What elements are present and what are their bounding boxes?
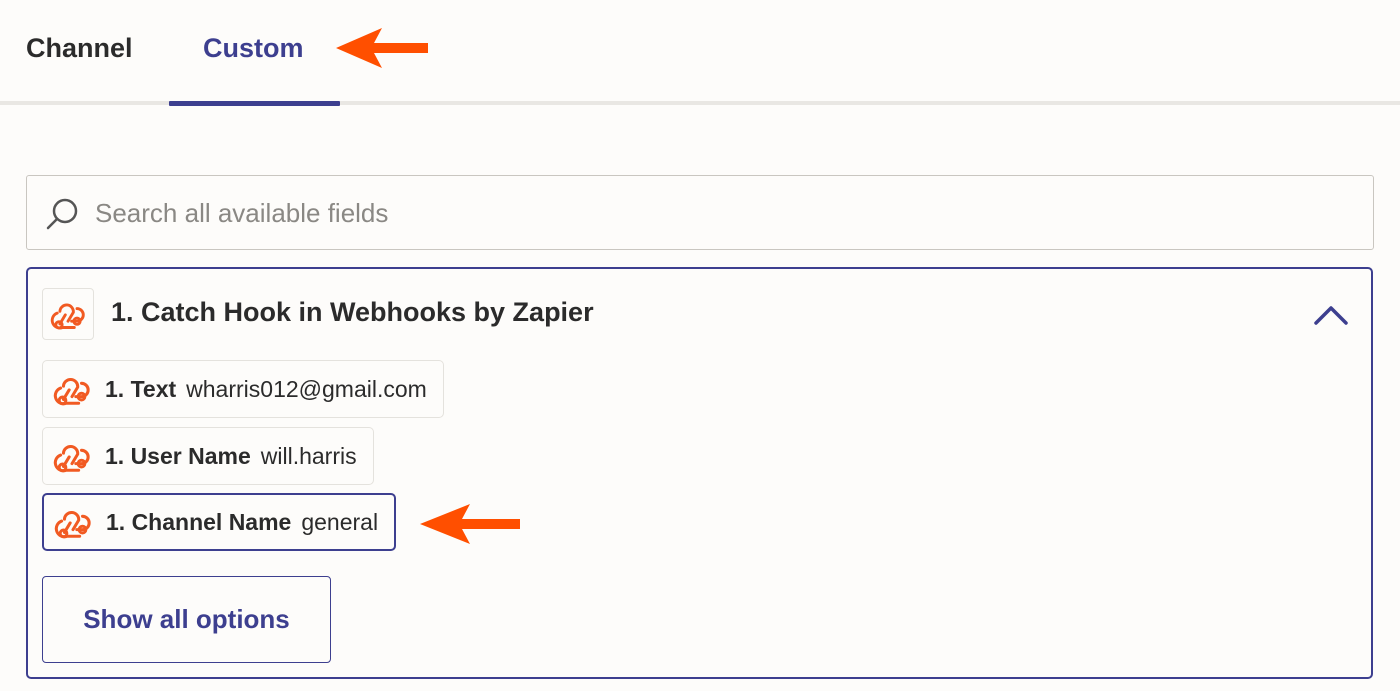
webhook-icon [53,444,90,473]
field-option-channel-name[interactable]: 1. Channel Name general [42,493,397,551]
chevron-up-icon[interactable] [1312,299,1350,329]
tab-custom[interactable]: Custom [203,30,304,66]
panel-title: 1. Catch Hook in Webhooks by Zapier [111,297,594,327]
tab-channel[interactable]: Channel [26,30,133,66]
webhook-icon [53,377,90,406]
active-tab-indicator [169,101,340,106]
search-icon [46,198,78,230]
search-field[interactable] [26,175,1374,250]
tab-bar: Channel Custom [0,0,1400,106]
show-all-options-button[interactable]: Show all options [42,576,331,663]
webhook-icon [54,510,91,539]
field-key: 1. Channel Name [106,508,292,535]
field-value: general [301,508,379,535]
field-picker: Channel Custom Search all available fiel… [0,0,1400,691]
webhook-icon [50,303,85,330]
field-option-user-name[interactable]: 1. User Name will.harris [42,427,374,485]
annotation-arrow-icon [420,504,520,544]
field-value: will.harris [260,442,357,469]
annotation-arrow-icon [336,28,428,68]
webhook-app-badge [42,288,94,340]
step-fields-panel: 1. Catch Hook in Webhooks by Zapier 1. T… [26,267,1373,679]
field-key: 1. User Name [105,442,251,469]
search-input[interactable] [95,192,1295,234]
field-value: wharris012@gmail.com [186,375,427,402]
field-key: 1. Text [105,375,177,402]
field-option-text[interactable]: 1. Text wharris012@gmail.com [42,360,444,418]
